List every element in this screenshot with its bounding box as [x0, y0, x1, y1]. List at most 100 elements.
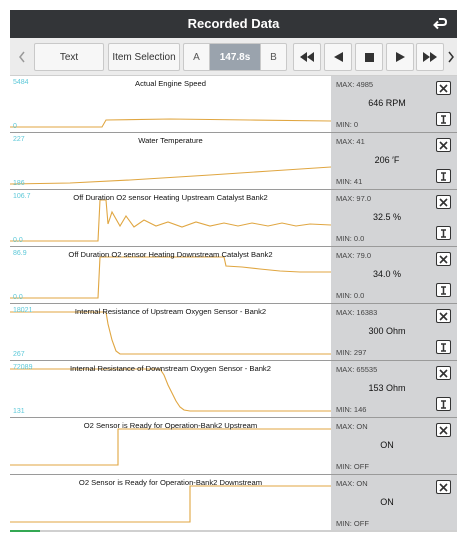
- current-value: 300 Ohm: [368, 326, 406, 336]
- channel-info-button[interactable]: [436, 169, 451, 183]
- max-value: MAX: 79.0: [336, 251, 372, 260]
- channel-row: 72089 131 Internal Resistance of Downstr…: [10, 361, 457, 418]
- back-button[interactable]: [429, 14, 451, 34]
- current-value: 153 Ohm: [368, 383, 406, 393]
- play-button[interactable]: [386, 43, 414, 71]
- channel-value-panel: MAX: 97.0 32.5 % MIN: 0.0: [331, 190, 457, 246]
- step-back-button[interactable]: [324, 43, 352, 71]
- info-icon: [441, 171, 446, 181]
- min-value: MIN: OFF: [336, 462, 369, 471]
- max-value: MAX: ON: [336, 422, 368, 431]
- close-icon: [439, 140, 448, 150]
- channel-title: Internal Resistance of Upstream Oxygen S…: [74, 307, 267, 316]
- min-value: MIN: 41: [336, 177, 363, 186]
- remove-channel-button[interactable]: [436, 81, 451, 95]
- next-page-button[interactable]: [444, 43, 457, 71]
- prev-page-button[interactable]: [12, 43, 32, 71]
- info-icon: [441, 399, 446, 409]
- close-icon: [439, 482, 448, 492]
- channel-title: Off Duration O2 sensor Heating Downstrea…: [68, 250, 273, 259]
- rewind-icon: [300, 52, 314, 62]
- title-bar: Recorded Data: [10, 10, 457, 38]
- trace-line: [10, 485, 331, 523]
- channel-graph: 5484 0 Actual Engine Speed: [10, 76, 331, 132]
- remove-channel-button[interactable]: [436, 195, 451, 209]
- channel-graph: 72089 131 Internal Resistance of Downstr…: [10, 361, 331, 417]
- channel-graph: O2 Sensor is Ready for Operation-Bank2 D…: [10, 475, 331, 531]
- close-icon: [439, 197, 448, 207]
- trace-line: [10, 256, 331, 299]
- info-icon: [441, 285, 446, 295]
- item-selection-button[interactable]: Item Selection: [108, 43, 180, 71]
- channel-info-button[interactable]: [436, 340, 451, 354]
- chevron-left-icon: [19, 51, 25, 63]
- step-back-icon: [333, 52, 343, 62]
- play-icon: [395, 52, 405, 62]
- page-title: Recorded Data: [187, 16, 280, 31]
- scroll-position-marker: [10, 530, 40, 532]
- info-icon: [441, 342, 446, 352]
- channel-title: Actual Engine Speed: [135, 79, 206, 88]
- current-value: ON: [380, 497, 394, 507]
- min-value: MIN: 0.0: [336, 291, 365, 300]
- axis-min-label: 131: [13, 408, 25, 415]
- max-value: MAX: ON: [336, 479, 368, 488]
- channel-info-button[interactable]: [436, 226, 451, 240]
- channel-row: 5484 0 Actual Engine Speed MAX: 4985 646…: [10, 76, 457, 133]
- channel-title: Water Temperature: [138, 136, 203, 145]
- remove-channel-button[interactable]: [436, 480, 451, 494]
- remove-channel-button[interactable]: [436, 309, 451, 323]
- channel-row: 86.9 0.0 Off Duration O2 sensor Heating …: [10, 247, 457, 304]
- max-value: MAX: 41: [336, 137, 365, 146]
- min-value: MIN: 0: [336, 120, 359, 129]
- channel-graph: 106.7 0.0 Off Duration O2 sensor Heating…: [10, 190, 331, 246]
- channel-value-panel: MAX: ON ON MIN: OFF: [331, 475, 457, 531]
- channel-graph: 86.9 0.0 Off Duration O2 sensor Heating …: [10, 247, 331, 303]
- channel-graph: O2 Sensor is Ready for Operation-Bank2 U…: [10, 418, 331, 474]
- channel-value-panel: MAX: 4985 646 RPM MIN: 0: [331, 76, 457, 132]
- return-arrow-icon: [433, 18, 448, 30]
- remove-channel-button[interactable]: [436, 366, 451, 380]
- channel-title: O2 Sensor is Ready for Operation-Bank2 D…: [78, 478, 263, 487]
- max-value: MAX: 65535: [336, 365, 378, 374]
- axis-min-label: 0: [13, 123, 17, 130]
- min-value: MIN: 146: [336, 405, 367, 414]
- rewind-button[interactable]: [293, 43, 321, 71]
- trace-line: [10, 118, 331, 128]
- axis-min-label: 0.0: [13, 294, 23, 301]
- remove-channel-button[interactable]: [436, 423, 451, 437]
- close-icon: [439, 83, 448, 93]
- close-icon: [439, 254, 448, 264]
- info-icon: [441, 228, 446, 238]
- channel-value-panel: MAX: 79.0 34.0 % MIN: 0.0: [331, 247, 457, 303]
- channel-graph: 18021 267 Internal Resistance of Upstrea…: [10, 304, 331, 360]
- info-icon: [441, 114, 446, 124]
- trace-line: [10, 311, 331, 355]
- channel-row: O2 Sensor is Ready for Operation-Bank2 U…: [10, 418, 457, 475]
- marker-b-button[interactable]: B: [261, 43, 287, 71]
- text-mode-button[interactable]: Text: [34, 43, 104, 71]
- channel-title: O2 Sensor is Ready for Operation-Bank2 U…: [83, 421, 258, 430]
- marker-a-button[interactable]: A: [183, 43, 209, 71]
- current-value: ON: [380, 440, 394, 450]
- remove-channel-button[interactable]: [436, 138, 451, 152]
- remove-channel-button[interactable]: [436, 252, 451, 266]
- channel-info-button[interactable]: [436, 397, 451, 411]
- current-value: 646 RPM: [368, 98, 406, 108]
- fast-forward-icon: [423, 52, 437, 62]
- trace-line: [10, 428, 331, 466]
- current-value: 206 ′F: [374, 155, 400, 165]
- stop-button[interactable]: [355, 43, 383, 71]
- channel-title: Internal Resistance of Downstream Oxygen…: [70, 364, 271, 373]
- channel-value-panel: MAX: 16383 300 Ohm MIN: 297: [331, 304, 457, 360]
- bottom-scroll-strip: [10, 530, 457, 532]
- channel-info-button[interactable]: [436, 112, 451, 126]
- close-icon: [439, 368, 448, 378]
- fast-forward-button[interactable]: [416, 43, 444, 71]
- current-value: 32.5 %: [372, 212, 402, 222]
- axis-min-label: 186: [13, 180, 25, 187]
- channel-value-panel: MAX: 41 206 ′F MIN: 41: [331, 133, 457, 189]
- stop-icon: [364, 52, 374, 62]
- channel-info-button[interactable]: [436, 283, 451, 297]
- channel-row: 106.7 0.0 Off Duration O2 sensor Heating…: [10, 190, 457, 247]
